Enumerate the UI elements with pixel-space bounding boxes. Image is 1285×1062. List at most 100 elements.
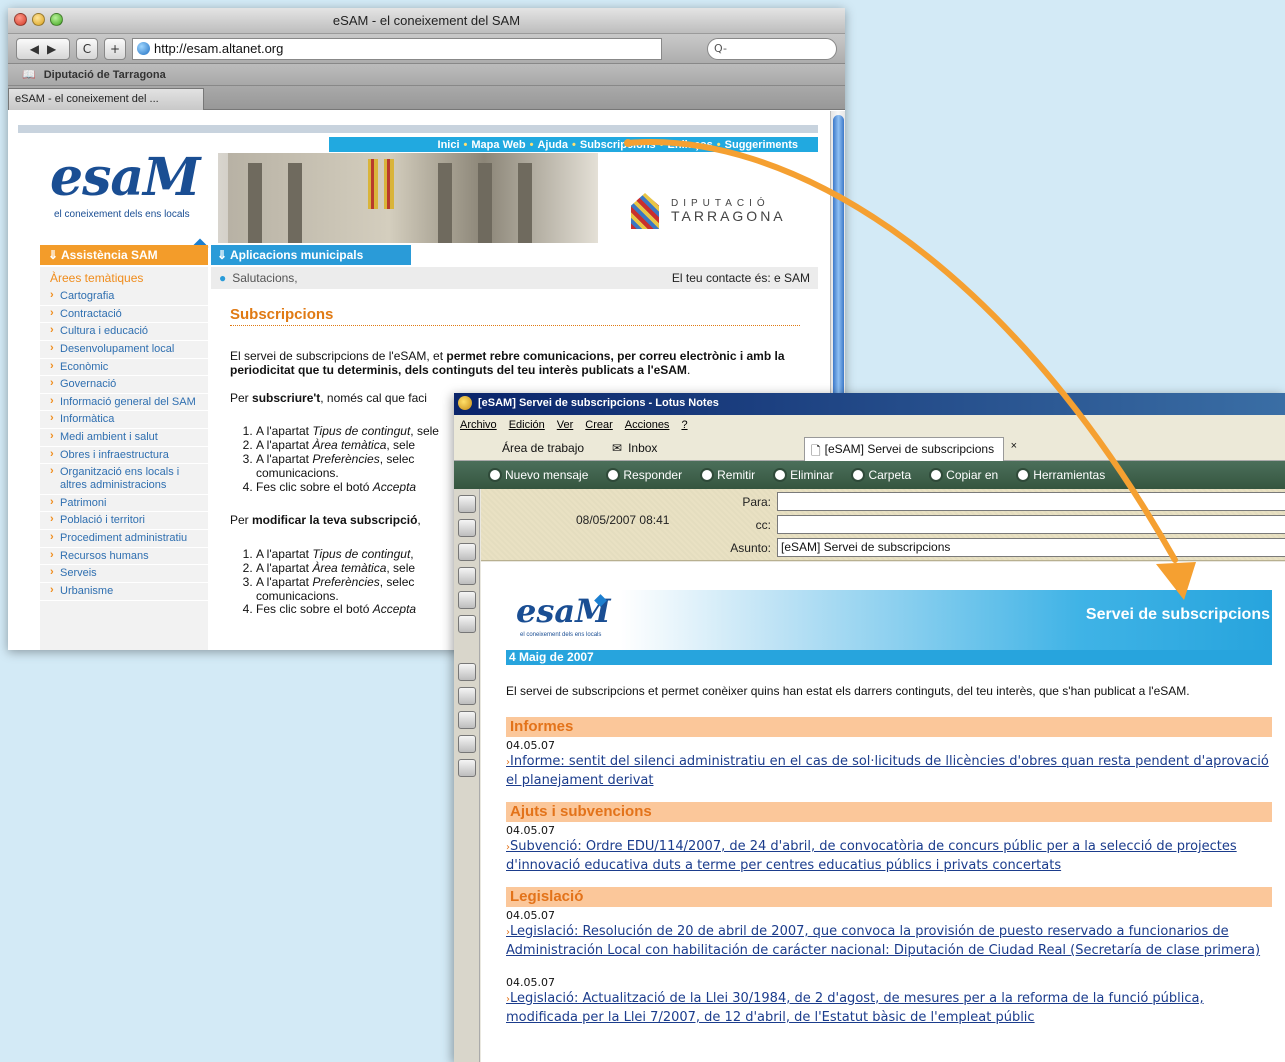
sidebar-item[interactable]: Cartografia	[40, 288, 208, 306]
reload-button[interactable]: C	[76, 37, 98, 60]
sidebar-item[interactable]: Cultura i educació	[40, 323, 208, 341]
replication-bookmark-icon[interactable]	[458, 591, 476, 609]
sidebar-item[interactable]: Econòmic	[40, 359, 208, 377]
newsletter-item: 04.05.07 ›Legislació: Resolución de 20 d…	[506, 909, 1272, 960]
sidebar-item[interactable]: Recursos humans	[40, 548, 208, 566]
sidebar-list: Cartografia Contractació Cultura i educa…	[40, 288, 208, 601]
reply-button[interactable]: Responder	[606, 468, 682, 482]
sidebar-item[interactable]: Desenvolupament local	[40, 341, 208, 359]
add-bookmark-button[interactable]: +	[104, 37, 126, 60]
lotus-app-icon	[458, 396, 472, 410]
item-link[interactable]: ›Subvenció: Ordre EDU/114/2007, de 24 d'…	[506, 838, 1272, 875]
sidebar-item[interactable]: Informàtica	[40, 411, 208, 430]
tab-workspace[interactable]: Área de trabajo	[502, 441, 584, 455]
window-tabs: Área de trabajo ✉ Inbox 🗋 [eSAM] Servei d…	[454, 435, 1285, 461]
notes-bookmark-icon[interactable]	[458, 615, 476, 633]
folder-button[interactable]: Carpeta	[851, 468, 911, 482]
menu-bar: Archivo Edición Ver Crear Acciones ?	[454, 415, 1285, 435]
new-message-button[interactable]: Nuevo mensaje	[488, 468, 588, 482]
sidebar-item[interactable]: Urbanisme	[40, 583, 208, 601]
copy-icon	[929, 468, 944, 482]
welcome-bookmark-icon[interactable]	[458, 663, 476, 681]
forward-icon[interactable]: ▶	[47, 42, 56, 56]
sidebar-item[interactable]: Medi ambient i salut	[40, 429, 208, 447]
to-label: Para:	[742, 495, 771, 509]
mail-body: esaM el coneixement dels ens locals Serv…	[481, 562, 1285, 1062]
greeting-bar: ● Salutacions, El teu contacte és: e SAM	[211, 267, 818, 289]
sidebar-item[interactable]: Procediment administratiu	[40, 530, 208, 548]
subject-field[interactable]: [eSAM] Servei de subscripcions	[777, 538, 1285, 557]
newsletter-item: 04.05.07 ›Subvenció: Ordre EDU/114/2007,…	[506, 824, 1272, 875]
sidebar-item[interactable]: Contractació	[40, 306, 208, 324]
sidebar-item[interactable]: Obres i infraestructura	[40, 447, 208, 465]
tab-assistencia-sam[interactable]: ⇓ Assistència SAM	[40, 245, 208, 265]
search-field[interactable]: Q-	[707, 37, 837, 60]
cc-field[interactable]	[777, 515, 1285, 534]
menu-ver[interactable]: Ver	[557, 419, 574, 431]
contacts-bookmark-icon[interactable]	[458, 543, 476, 561]
close-tab-icon[interactable]: ×	[1011, 440, 1017, 452]
lock-bookmark-icon[interactable]	[458, 735, 476, 753]
bookmark-sidebar	[454, 489, 480, 1062]
menu-help[interactable]: ?	[681, 419, 687, 431]
forward-button[interactable]: Remitir	[700, 468, 755, 482]
title-bar: eSAM - el coneixement del SAM	[8, 8, 845, 34]
tab-inbox[interactable]: ✉ Inbox	[612, 441, 657, 455]
sidebar-item[interactable]: Organització ens locals i altres adminis…	[40, 464, 208, 495]
mail-bookmark-icon[interactable]	[458, 495, 476, 513]
diputacio-logo[interactable]: DIPUTACIÓ TARRAGONA	[631, 193, 786, 229]
newsletter-item: 04.05.07 ›Legislació: Actualització de l…	[506, 976, 1272, 1027]
sidebar-item[interactable]: Governació	[40, 376, 208, 394]
contact-text: El teu contacte és: e SAM	[671, 271, 810, 285]
nav-ajuda[interactable]: Ajuda	[537, 139, 568, 151]
nav-mapa-web[interactable]: Mapa Web	[471, 139, 525, 151]
forward-icon	[700, 468, 715, 482]
menu-crear[interactable]: Crear	[585, 419, 613, 431]
item-date: 04.05.07	[506, 976, 555, 989]
address-text[interactable]: http://esam.altanet.org	[154, 41, 283, 56]
newsletter-sections: Informes 04.05.07 ›Informe: sentit del s…	[506, 717, 1272, 1039]
item-link[interactable]: ›Legislació: Actualització de la Llei 30…	[506, 990, 1272, 1027]
folder-bookmark-icon[interactable]	[458, 687, 476, 705]
item-link[interactable]: ›Informe: sentit del silenci administrat…	[506, 753, 1272, 790]
databases-bookmark-icon[interactable]	[458, 711, 476, 729]
calendar-bookmark-icon[interactable]	[458, 519, 476, 537]
back-forward-buttons[interactable]: ◀ ▶	[16, 37, 70, 60]
tab-document[interactable]: 🗋 [eSAM] Servei de subscripcions ×	[804, 437, 1017, 461]
esam-logo[interactable]: esaM	[50, 147, 201, 208]
tools-button[interactable]: Herramientas	[1016, 468, 1105, 482]
nav-enllacos[interactable]: Enllaços	[668, 139, 713, 151]
diputacio-line2: TARRAGONA	[671, 207, 786, 224]
bookmark-diputacio[interactable]: Diputació de Tarragona	[44, 69, 166, 81]
tab-esam[interactable]: eSAM - el coneixement del ...	[8, 88, 204, 110]
copy-to-button[interactable]: Copiar en	[929, 468, 998, 482]
wrench-icon	[1016, 468, 1031, 482]
toolbar: ◀ ▶ C + http://esam.altanet.org Q-	[8, 34, 845, 64]
history-bookmark-icon[interactable]	[458, 759, 476, 777]
tab-aplicacions-municipals[interactable]: ⇓ Aplicacions municipals	[211, 245, 411, 265]
to-field[interactable]	[777, 492, 1285, 511]
address-bar[interactable]: http://esam.altanet.org	[132, 37, 662, 60]
newsletter-banner: esaM el coneixement dels ens locals Serv…	[506, 590, 1272, 650]
nav-suggeriments[interactable]: Suggeriments	[725, 139, 798, 151]
lotus-notes-window: [eSAM] Servei de subscripcions - Lotus N…	[454, 393, 1285, 1062]
subject-label: Asunto:	[730, 541, 771, 555]
newsletter-title: Servei de subscripcions	[1085, 606, 1270, 623]
delete-button[interactable]: Eliminar	[773, 468, 833, 482]
back-icon[interactable]: ◀	[30, 42, 39, 56]
menu-edicion[interactable]: Edición	[509, 419, 545, 431]
item-link[interactable]: ›Legislació: Resolución de 20 de abril d…	[506, 923, 1272, 960]
newsletter-intro: El servei de subscripcions et permet con…	[506, 684, 1190, 698]
sidebar-item[interactable]: Patrimoni	[40, 495, 208, 513]
action-bar: Nuevo mensaje Responder Remitir Eliminar…	[454, 461, 1285, 489]
sidebar-item[interactable]: Població i territori	[40, 512, 208, 530]
sidebar-item[interactable]: Informació general del SAM	[40, 394, 208, 412]
nav-inici[interactable]: Inici	[438, 139, 460, 151]
header-strip	[18, 125, 818, 133]
todo-bookmark-icon[interactable]	[458, 567, 476, 585]
menu-acciones[interactable]: Acciones	[625, 419, 670, 431]
menu-archivo[interactable]: Archivo	[460, 419, 497, 431]
nav-subscripcions[interactable]: Subscripcions	[580, 139, 656, 151]
sidebar-item[interactable]: Serveis	[40, 565, 208, 583]
item-date: 04.05.07	[506, 909, 555, 922]
